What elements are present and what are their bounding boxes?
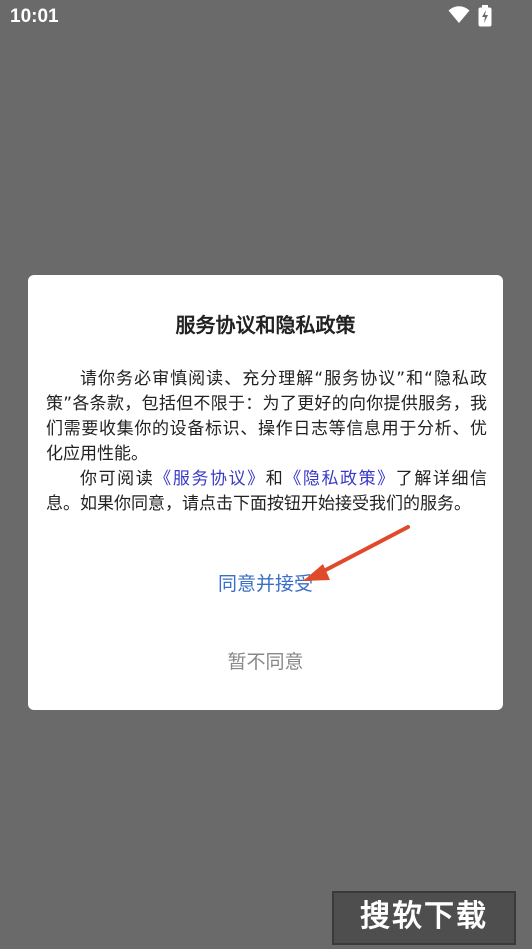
battery-charging-icon bbox=[478, 5, 492, 27]
and-text: 和 bbox=[265, 469, 285, 489]
wifi-icon bbox=[448, 6, 470, 23]
status-time: 10:01 bbox=[10, 6, 59, 27]
dialog-title: 服务协议和隐私政策 bbox=[175, 313, 356, 337]
agreement-paragraph: 请你务必审慎阅读、充分理解“服务协议”和“隐私政策”各条款，包括但不限于：为了更… bbox=[46, 369, 487, 464]
read-prefix: 你可阅读 bbox=[80, 469, 155, 489]
watermark-logo: 搜软下载 bbox=[332, 891, 516, 945]
decline-button[interactable]: 暂不同意 bbox=[28, 647, 503, 674]
service-agreement-link[interactable]: 《服务协议》 bbox=[154, 469, 265, 489]
agree-button[interactable]: 同意并接受 bbox=[28, 569, 503, 596]
dialog-body: 请你务必审慎阅读、充分理解“服务协议”和“隐私政策”各条款，包括但不限于：为了更… bbox=[46, 367, 487, 517]
privacy-policy-link[interactable]: 《隐私政策》 bbox=[284, 469, 395, 489]
privacy-dialog: 服务协议和隐私政策 请你务必审慎阅读、充分理解“服务协议”和“隐私政策”各条款，… bbox=[28, 275, 503, 710]
read-more-paragraph: 你可阅读《服务协议》和《隐私政策》了解详细信息。如果你同意，请点击下面按钮开始接… bbox=[46, 467, 487, 517]
status-bar: 10:01 bbox=[0, 0, 532, 36]
